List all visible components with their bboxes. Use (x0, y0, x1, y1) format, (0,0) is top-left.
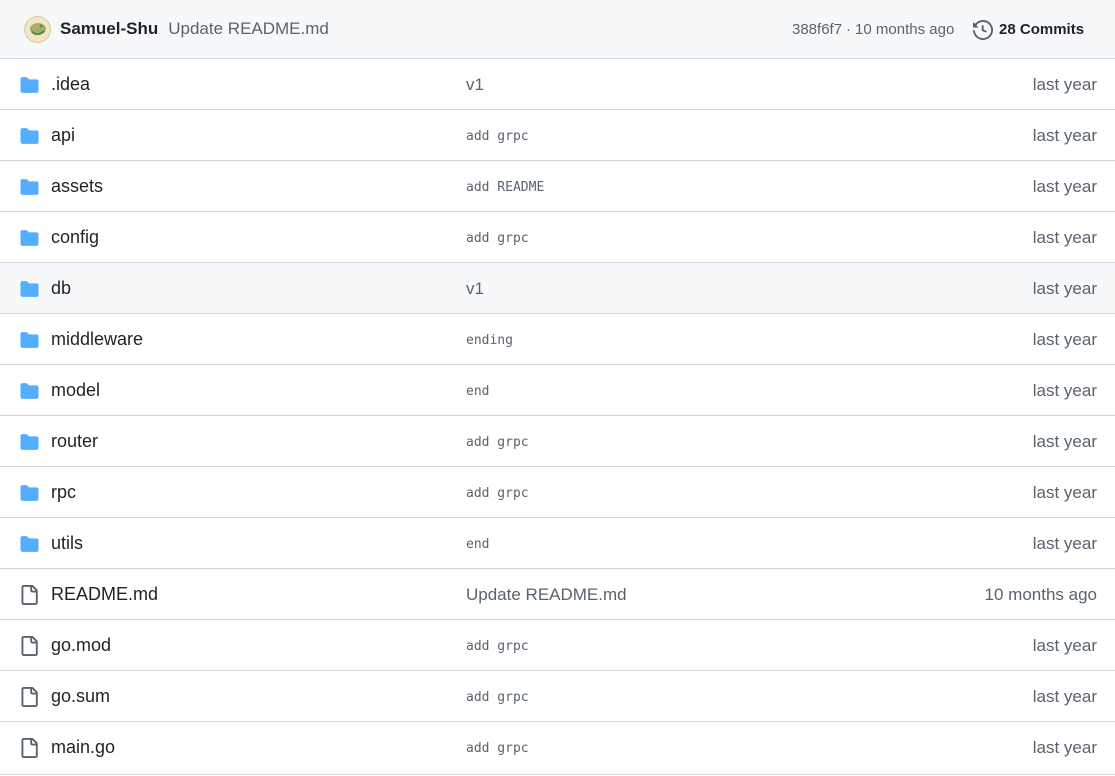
file-row[interactable]: main.go add grpc last year (0, 722, 1115, 773)
file-commit-age: last year (1032, 278, 1097, 298)
file-name-link[interactable]: api (51, 110, 75, 161)
meta-separator: · (846, 21, 852, 38)
file-commit-message[interactable]: add README (466, 161, 544, 212)
file-row[interactable]: rpc add grpc last year (0, 467, 1115, 518)
file-row[interactable]: config add grpc last year (0, 212, 1115, 263)
file-commit-message[interactable]: ending (466, 314, 513, 365)
file-row[interactable]: middleware ending last year (0, 314, 1115, 365)
file-row[interactable]: README.md Update README.md 10 months ago (0, 569, 1115, 620)
folder-icon (19, 59, 40, 110)
file-name-link[interactable]: db (51, 263, 71, 314)
file-commit-message[interactable]: end (466, 518, 489, 569)
file-row[interactable]: utils end last year (0, 518, 1115, 569)
commits-count: 28 (999, 21, 1016, 38)
file-row[interactable]: router add grpc last year (0, 416, 1115, 467)
commit-author[interactable]: Samuel-Shu (60, 19, 158, 39)
file-icon (19, 569, 39, 620)
file-commit-message[interactable]: Update README.md (466, 569, 627, 620)
folder-icon (19, 263, 40, 314)
file-name-link[interactable]: middleware (51, 314, 143, 365)
file-name-link[interactable]: .idea (51, 59, 90, 110)
file-row[interactable]: go.mod add grpc last year (0, 620, 1115, 671)
file-row[interactable]: db v1 last year (0, 263, 1115, 314)
file-commit-message[interactable]: add grpc (466, 110, 529, 161)
file-name-link[interactable]: main.go (51, 722, 115, 773)
commit-meta: 388f6f7 · 10 months ago (792, 0, 954, 59)
file-name-link[interactable]: assets (51, 161, 103, 212)
file-name-link[interactable]: go.mod (51, 620, 111, 671)
commit-time: 10 months ago (855, 21, 955, 38)
folder-icon (19, 314, 40, 365)
file-name-link[interactable]: rpc (51, 467, 76, 518)
file-commit-message[interactable]: add grpc (466, 416, 529, 467)
file-name-link[interactable]: go.sum (51, 671, 110, 722)
file-row[interactable]: .idea v1 last year (0, 59, 1115, 110)
file-commit-message[interactable]: add grpc (466, 212, 529, 263)
file-commit-age: last year (1032, 176, 1097, 196)
file-icon (19, 671, 39, 722)
folder-icon (19, 518, 40, 569)
file-row[interactable]: model end last year (0, 365, 1115, 416)
latest-commit-bar: Samuel-Shu Update README.md 388f6f7 · 10… (0, 0, 1115, 59)
file-commit-age: last year (1032, 533, 1097, 553)
file-commit-message[interactable]: add grpc (466, 722, 529, 773)
avatar-icon (29, 23, 46, 35)
file-commit-age: last year (1032, 125, 1097, 145)
folder-icon (19, 161, 40, 212)
file-commit-age: last year (1032, 227, 1097, 247)
file-commit-age: last year (1032, 329, 1097, 349)
folder-icon (19, 110, 40, 161)
file-commit-age: last year (1032, 635, 1097, 655)
file-commit-message[interactable]: v1 (466, 59, 484, 110)
file-row[interactable]: go.sum add grpc last year (0, 671, 1115, 722)
file-commit-age: 10 months ago (984, 584, 1097, 604)
file-commit-message[interactable]: v1 (466, 263, 484, 314)
file-name-link[interactable]: utils (51, 518, 83, 569)
file-name-link[interactable]: README.md (51, 569, 158, 620)
file-icon (19, 722, 39, 773)
commits-history-link[interactable]: 28 Commits (973, 0, 1084, 59)
file-commit-message[interactable]: add grpc (466, 671, 529, 722)
folder-icon (19, 416, 40, 467)
commit-sha[interactable]: 388f6f7 (792, 21, 842, 38)
folder-icon (19, 212, 40, 263)
folder-icon (19, 467, 40, 518)
file-row[interactable]: api add grpc last year (0, 110, 1115, 161)
file-commit-message[interactable]: end (466, 365, 489, 416)
commit-message[interactable]: Update README.md (168, 19, 329, 39)
file-icon (19, 620, 39, 671)
file-list: .idea v1 last year api add grpc last year asse… (0, 59, 1115, 773)
folder-icon (19, 365, 40, 416)
file-commit-age: last year (1032, 686, 1097, 706)
file-commit-message[interactable]: add grpc (466, 467, 529, 518)
file-commit-age: last year (1032, 431, 1097, 451)
commits-label: Commits (1019, 21, 1085, 38)
file-commit-age: last year (1032, 380, 1097, 400)
file-commit-age: last year (1032, 74, 1097, 94)
file-row[interactable]: assets add README last year (0, 161, 1115, 212)
author-avatar[interactable] (24, 15, 51, 43)
file-name-link[interactable]: router (51, 416, 98, 467)
file-commit-age: last year (1032, 482, 1097, 502)
file-name-link[interactable]: config (51, 212, 99, 263)
file-browser: Samuel-Shu Update README.md 388f6f7 · 10… (0, 0, 1115, 775)
file-commit-age: last year (1032, 737, 1097, 757)
history-icon (973, 19, 993, 40)
file-commit-message[interactable]: add grpc (466, 620, 529, 671)
file-name-link[interactable]: model (51, 365, 100, 416)
